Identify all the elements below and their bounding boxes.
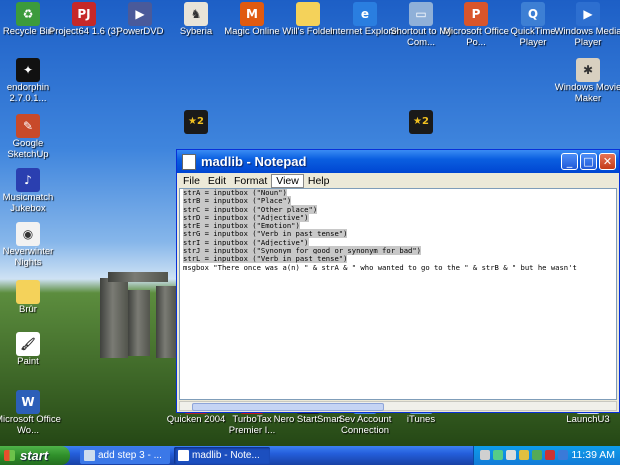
notepad-window[interactable]: madlib - Notepad _ □ ✕ File Edit Format … — [176, 149, 620, 413]
desktop-icon[interactable]: ✦ endorphin 2.7.0.1... — [0, 58, 64, 104]
magic-online-icon: M — [240, 2, 264, 26]
start-button[interactable]: start — [0, 446, 70, 465]
desktop-icon-label: Microsoft Office Wo... — [0, 415, 61, 436]
taskbar: start add step 3 - ... madlib - Note... … — [0, 446, 620, 465]
maximize-button[interactable]: □ — [580, 153, 597, 170]
volume-icon[interactable] — [558, 450, 568, 460]
desktop-icon-label: Neverwinter Nights — [2, 247, 54, 268]
text-lines: strA = inputbox ("Noun") strB = inputbox … — [180, 189, 616, 272]
desktop-icon[interactable]: ♪ Musicmatch Jukebox — [0, 168, 64, 214]
stone-pillar-left — [100, 278, 128, 358]
clock: 11:39 AM — [571, 449, 615, 461]
neverwinter-icon: ◉ — [16, 222, 40, 246]
desktop-icon[interactable]: ★2 — [385, 110, 457, 135]
task-label: add step 3 - ... — [98, 450, 162, 461]
stone-pillar — [156, 286, 176, 358]
desktop-icon-label: Musicmatch Jukebox — [2, 193, 54, 214]
media-player-icon: ▶ — [576, 2, 600, 26]
powerpoint-icon: P — [464, 2, 488, 26]
close-button[interactable]: ✕ — [599, 153, 616, 170]
window-title: madlib - Notepad — [201, 154, 307, 169]
desktop-icon-label: Google SketchUp — [7, 139, 49, 160]
endorphin-icon: ✦ — [16, 58, 40, 82]
browser-icon — [84, 450, 95, 461]
antivirus-icon[interactable] — [545, 450, 555, 460]
internet-explorer-icon: e — [353, 2, 377, 26]
musicmatch-icon: ♪ — [16, 168, 40, 192]
desktop-icon[interactable]: ✱ Windows Movie Maker — [552, 58, 620, 104]
word-icon: W — [16, 390, 40, 414]
menu-edit[interactable]: Edit — [204, 175, 230, 187]
notepad-icon — [182, 153, 196, 170]
desktop-icon[interactable]: W Microsoft Office Wo... — [0, 390, 64, 436]
tray-arrow-icon[interactable] — [480, 450, 490, 460]
project64-icon: PJ — [72, 2, 96, 26]
desktop-icon-label: LaunchU3 — [566, 415, 610, 425]
menu-file[interactable]: File — [179, 175, 204, 187]
tray-icon[interactable] — [506, 450, 516, 460]
security-icon[interactable] — [519, 450, 529, 460]
scrollbar-thumb[interactable] — [192, 403, 384, 411]
folder-icon — [16, 280, 40, 304]
desktop-icon-label: endorphin 2.7.0.1... — [6, 83, 50, 104]
syberia-icon: ♞ — [184, 2, 208, 26]
stone-pillar — [128, 290, 150, 356]
text-line-content: msgbox "There once was a(n) " & strA & "… — [183, 262, 577, 272]
menu-view[interactable]: View — [271, 173, 304, 188]
desktop-icon[interactable]: ▶ Windows Media Player — [552, 2, 620, 48]
horizontal-scrollbar[interactable] — [179, 401, 617, 411]
desktop-icon-label: Windows Media Player — [554, 27, 620, 48]
menu-help[interactable]: Help — [304, 175, 334, 187]
start-label: start — [20, 448, 49, 463]
windows-logo-icon — [4, 450, 15, 461]
starcraft-icon: ★2 — [409, 110, 433, 134]
desktop-icon-label: iTunes — [406, 415, 436, 425]
text-editor[interactable]: strA = inputbox ("Noun") strB = inputbox … — [179, 188, 617, 400]
notepad-icon — [178, 450, 189, 461]
text-line-content: strB = inputbox ("Place") — [183, 196, 292, 206]
desktop-icon[interactable]: 🖌 Paint — [0, 332, 64, 368]
desktop-icon-label: Brûr — [19, 305, 37, 315]
desktop-icon[interactable]: Brûr — [0, 280, 64, 316]
my-computer-icon: ▭ — [409, 2, 433, 26]
sketchup-icon: ✎ — [16, 114, 40, 138]
network-icon[interactable] — [493, 450, 503, 460]
title-bar[interactable]: madlib - Notepad _ □ ✕ — [177, 150, 619, 173]
taskbar-button-notepad[interactable]: madlib - Note... — [174, 447, 270, 464]
system-tray: 11:39 AM — [473, 446, 620, 465]
recycle-bin-icon: ♻ — [16, 2, 40, 26]
desktop-icon[interactable]: ◉ Neverwinter Nights — [0, 222, 64, 268]
menu-bar: File Edit Format View Help — [177, 173, 619, 188]
movie-maker-icon: ✱ — [576, 58, 600, 82]
stone-lintel — [108, 272, 168, 282]
folder-icon — [296, 2, 320, 26]
desktop-icon-label: Windows Movie Maker — [554, 83, 620, 104]
paint-icon: 🖌 — [16, 332, 40, 356]
text-line: msgbox "There once was a(n) " & strA & "… — [183, 262, 616, 272]
task-label: madlib - Note... — [192, 450, 260, 461]
tray-icon[interactable] — [532, 450, 542, 460]
desktop-icon-label: Paint — [17, 357, 39, 367]
desktop-icon[interactable]: ✎ Google SketchUp — [0, 114, 64, 160]
powerdvd-icon: ▶ — [128, 2, 152, 26]
minimize-button[interactable]: _ — [561, 153, 578, 170]
starcraft-icon: ★2 — [184, 110, 208, 134]
desktop-icon[interactable]: ★2 — [160, 110, 232, 135]
taskbar-button-browser[interactable]: add step 3 - ... — [80, 447, 170, 464]
menu-format[interactable]: Format — [230, 175, 271, 187]
quicktime-icon: Q — [521, 2, 545, 26]
